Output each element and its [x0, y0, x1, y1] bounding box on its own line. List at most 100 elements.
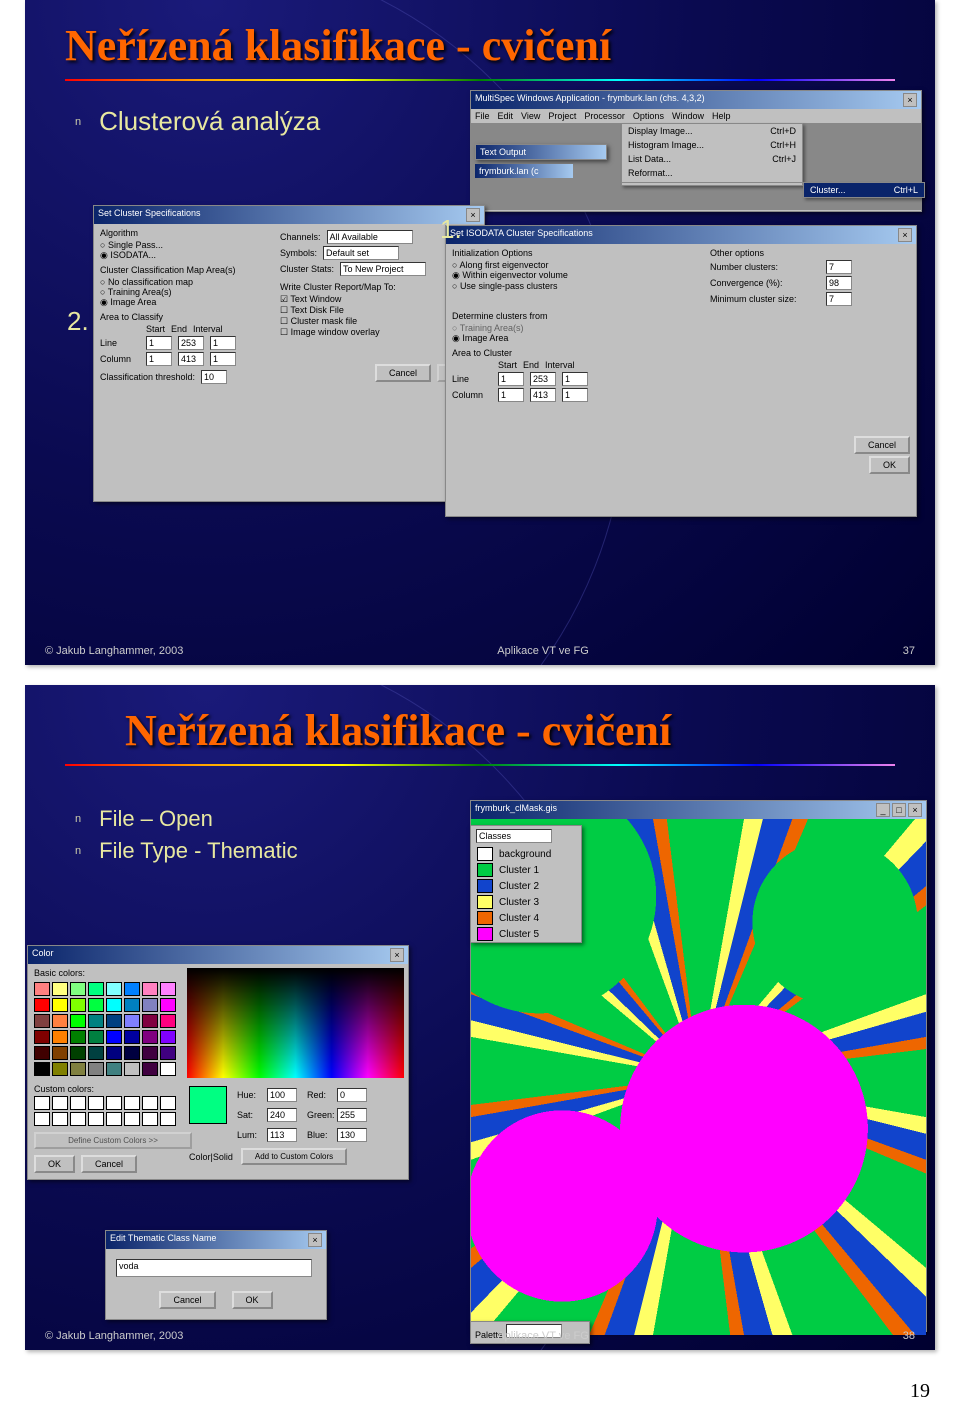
processor-submenu[interactable]: Cluster...Ctrl+L — [803, 182, 925, 198]
define-custom-button[interactable]: Define Custom Colors >> — [34, 1132, 192, 1149]
radio-isodata[interactable]: ISODATA... — [100, 250, 270, 261]
cancel-button[interactable]: Cancel — [81, 1155, 137, 1173]
line-interval-input[interactable]: 1 — [210, 336, 236, 350]
color-swatch[interactable] — [160, 1014, 176, 1028]
color-swatch[interactable] — [106, 1014, 122, 1028]
radio-single-pass[interactable]: Single Pass... — [100, 240, 270, 250]
convergence-input[interactable]: 98 — [826, 276, 852, 290]
color-swatch[interactable] — [34, 1030, 50, 1044]
legend-item[interactable]: Cluster 2 — [471, 878, 581, 894]
color-swatch[interactable] — [106, 982, 122, 996]
close-icon[interactable]: × — [390, 948, 404, 962]
close-icon[interactable]: × — [898, 228, 912, 242]
color-swatch[interactable] — [124, 1062, 140, 1076]
color-swatch[interactable] — [160, 1030, 176, 1044]
basic-color-swatches[interactable] — [28, 978, 183, 1080]
radio-image-area[interactable]: Image Area — [100, 297, 270, 308]
cancel-button[interactable]: Cancel — [159, 1291, 215, 1309]
color-swatch[interactable] — [160, 1046, 176, 1060]
channels-select[interactable]: All Available — [327, 230, 413, 244]
legend-item[interactable]: Cluster 5 — [471, 926, 581, 942]
cancel-button[interactable]: Cancel — [854, 436, 910, 454]
color-swatch[interactable] — [34, 1046, 50, 1060]
color-swatch[interactable] — [106, 1062, 122, 1076]
col-interval-input2[interactable]: 1 — [562, 388, 588, 402]
legend-item[interactable]: Cluster 4 — [471, 910, 581, 926]
cluster-spec-titlebar[interactable]: Set Cluster Specifications × — [94, 206, 484, 224]
menu-item-histogram[interactable]: Histogram Image...Ctrl+H — [622, 138, 802, 152]
symbols-select[interactable]: Default set — [323, 246, 399, 260]
color-picker-titlebar[interactable]: Color × — [28, 946, 408, 964]
color-swatch[interactable] — [88, 982, 104, 996]
line-start-input[interactable]: 1 — [146, 336, 172, 350]
color-swatch[interactable] — [34, 982, 50, 996]
legend-swatch[interactable] — [477, 879, 493, 893]
color-swatch[interactable] — [52, 998, 68, 1012]
color-swatch[interactable] — [34, 1014, 50, 1028]
color-swatch[interactable] — [124, 1030, 140, 1044]
color-swatch[interactable] — [88, 1030, 104, 1044]
color-swatch[interactable] — [70, 1062, 86, 1076]
legend-swatch[interactable] — [477, 911, 493, 925]
col-end-input2[interactable]: 413 — [530, 388, 556, 402]
color-swatch[interactable] — [88, 1046, 104, 1060]
color-swatch[interactable] — [124, 998, 140, 1012]
color-swatch[interactable] — [70, 1014, 86, 1028]
classname-input[interactable]: voda — [116, 1259, 312, 1277]
add-custom-button[interactable]: Add to Custom Colors — [241, 1148, 347, 1165]
color-swatch[interactable] — [34, 998, 50, 1012]
color-swatch[interactable] — [70, 1030, 86, 1044]
color-swatch[interactable] — [88, 998, 104, 1012]
color-swatch[interactable] — [124, 1046, 140, 1060]
radio-det-train[interactable]: Training Area(s) — [452, 323, 696, 333]
radio-eigen-volume[interactable]: Within eigenvector volume — [452, 270, 696, 281]
color-swatch[interactable] — [88, 1062, 104, 1076]
radio-det-image[interactable]: Image Area — [452, 333, 696, 344]
color-swatch[interactable] — [106, 998, 122, 1012]
custom-color-swatches[interactable] — [28, 1094, 183, 1128]
legend-item[interactable]: Cluster 3 — [471, 894, 581, 910]
color-gradient[interactable] — [187, 968, 404, 1078]
col-start-input2[interactable]: 1 — [498, 388, 524, 402]
line-end-input2[interactable]: 253 — [530, 372, 556, 386]
color-swatch[interactable] — [124, 982, 140, 996]
color-swatch[interactable] — [52, 1014, 68, 1028]
radio-single-pass-clusters[interactable]: Use single-pass clusters — [452, 281, 696, 291]
color-swatch[interactable] — [106, 1030, 122, 1044]
col-start-input[interactable]: 1 — [146, 352, 172, 366]
ok-button[interactable]: OK — [232, 1291, 273, 1309]
color-swatch[interactable] — [52, 1062, 68, 1076]
col-interval-input[interactable]: 1 — [210, 352, 236, 366]
color-swatch[interactable] — [142, 1046, 158, 1060]
sat-input[interactable]: 240 — [267, 1108, 297, 1122]
color-swatch[interactable] — [52, 1030, 68, 1044]
line-start-input2[interactable]: 1 — [498, 372, 524, 386]
color-swatch[interactable] — [142, 982, 158, 996]
color-swatch[interactable] — [52, 982, 68, 996]
green-input[interactable]: 255 — [337, 1108, 367, 1122]
radio-first-eigen[interactable]: Along first eigenvector — [452, 260, 696, 270]
color-swatch[interactable] — [160, 982, 176, 996]
col-end-input[interactable]: 413 — [178, 352, 204, 366]
menu-item-cluster[interactable]: Cluster...Ctrl+L — [804, 183, 924, 197]
legend-item[interactable]: Cluster 1 — [471, 862, 581, 878]
color-swatch[interactable] — [142, 1030, 158, 1044]
color-swatch[interactable] — [142, 1062, 158, 1076]
stats-select[interactable]: To New Project — [340, 262, 426, 276]
line-end-input[interactable]: 253 — [178, 336, 204, 350]
cancel-button[interactable]: Cancel — [375, 364, 431, 382]
color-swatch[interactable] — [160, 1062, 176, 1076]
close-icon[interactable]: × — [308, 1233, 322, 1247]
color-swatch[interactable] — [70, 982, 86, 996]
ok-button[interactable]: OK — [869, 456, 910, 474]
ok-button[interactable]: OK — [34, 1155, 75, 1173]
legend-swatch[interactable] — [477, 927, 493, 941]
color-swatch[interactable] — [70, 1046, 86, 1060]
color-swatch[interactable] — [124, 1014, 140, 1028]
legend-swatch[interactable] — [477, 863, 493, 877]
image-tab[interactable]: frymburk.lan (c — [475, 164, 573, 178]
radio-no-map[interactable]: No classification map — [100, 277, 270, 287]
blue-input[interactable]: 130 — [337, 1128, 367, 1142]
color-swatch[interactable] — [34, 1062, 50, 1076]
color-swatch[interactable] — [142, 1014, 158, 1028]
